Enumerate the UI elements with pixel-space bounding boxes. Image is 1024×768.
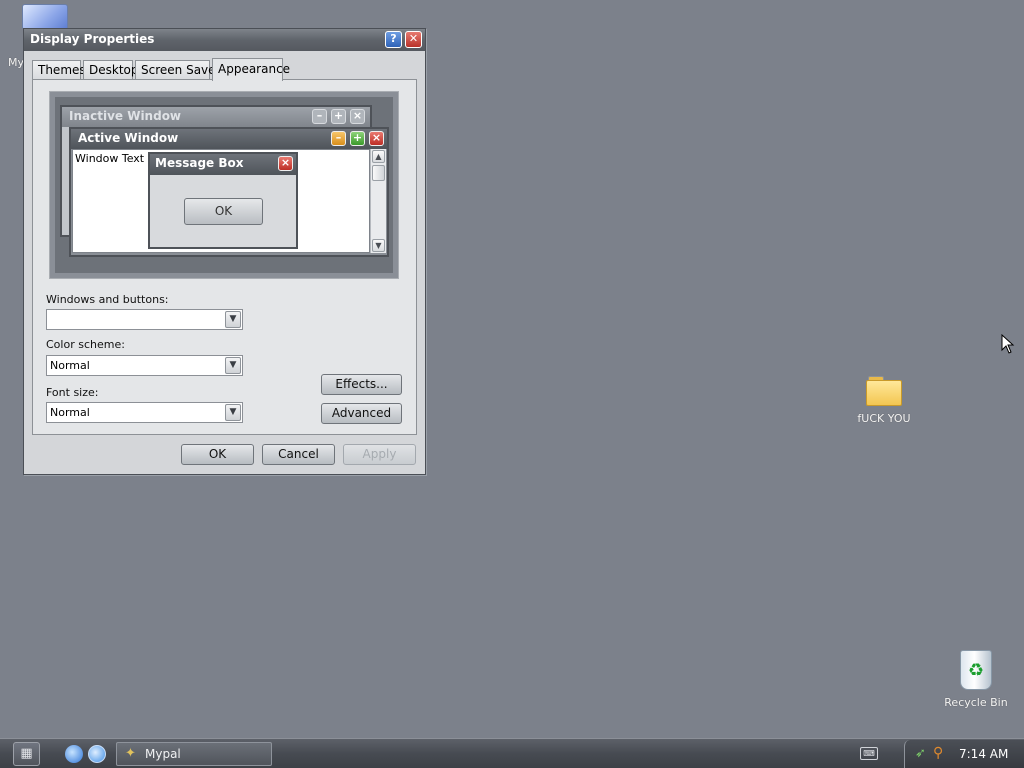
tab-screen-saver[interactable]: Screen Saver <box>135 60 220 80</box>
close-icon: × <box>278 156 293 171</box>
maximize-icon: + <box>331 109 346 124</box>
close-button[interactable]: ✕ <box>405 31 422 48</box>
tab-appearance[interactable]: Appearance <box>212 58 290 81</box>
search-icon[interactable]: ⚲ <box>933 745 943 761</box>
scroll-up-icon: ▲ <box>372 150 385 163</box>
mypal-icon: ✦ <box>125 746 136 761</box>
ok-button[interactable]: OK <box>181 444 254 465</box>
tab-themes[interactable]: Themes <box>32 60 86 80</box>
preview-active-title: Active Window <box>78 131 179 145</box>
help-icon: ? <box>390 32 397 45</box>
chevron-down-icon[interactable]: ▼ <box>225 357 241 374</box>
browser-icon[interactable] <box>88 745 106 763</box>
preview-message-title: Message Box <box>155 156 244 170</box>
system-tray: ➶ ⚲ 7:14 AM <box>904 740 1024 768</box>
start-icon: ▦ <box>20 746 33 761</box>
close-icon: × <box>350 109 365 124</box>
appearance-panel: Inactive Window – + × Active Window – + … <box>32 79 417 435</box>
scroll-down-icon: ▼ <box>372 239 385 252</box>
font-size-label: Font size: <box>46 386 99 399</box>
effects-button[interactable]: Effects... <box>321 374 402 395</box>
help-button[interactable]: ? <box>385 31 402 48</box>
browser-icon[interactable] <box>65 745 83 763</box>
maximize-icon: + <box>350 131 365 146</box>
preview-inactive-title: Inactive Window <box>69 109 182 123</box>
taskbar-item-mypal[interactable]: ✦ Mypal <box>116 742 272 766</box>
color-scheme-value: Normal <box>50 359 90 372</box>
preview-message-box: Message Box × OK <box>148 152 298 249</box>
tab-desktop[interactable]: Desktop <box>83 60 139 80</box>
chevron-down-icon[interactable]: ▼ <box>225 404 241 421</box>
folder-icon <box>866 374 902 406</box>
close-icon: ✕ <box>408 32 419 45</box>
taskbar: ▦ ✦ Mypal ⌨ ➶ ⚲ 7:14 AM <box>0 738 1024 768</box>
appearance-preview: Inactive Window – + × Active Window – + … <box>49 91 399 279</box>
windows-buttons-select[interactable]: ▼ <box>46 309 243 330</box>
network-icon[interactable]: ➶ <box>915 746 926 761</box>
window-titlebar[interactable]: Display Properties ? ✕ <box>24 29 425 51</box>
font-size-select[interactable]: Normal ▼ <box>46 402 243 423</box>
desktop-icon-recycle-bin[interactable]: ♻ Recycle Bin <box>938 644 1014 709</box>
desktop-icon-folder[interactable]: fUCK YOU <box>848 374 920 425</box>
computer-icon <box>22 4 68 30</box>
desktop-icon-label: My <box>8 56 25 69</box>
minimize-icon: – <box>331 131 346 146</box>
desktop-icon-label: fUCK YOU <box>857 412 911 425</box>
close-icon: × <box>369 131 384 146</box>
clock[interactable]: 7:14 AM <box>959 747 1008 761</box>
font-size-value: Normal <box>50 406 90 419</box>
chevron-down-icon[interactable]: ▼ <box>225 311 241 328</box>
preview-ok-button: OK <box>184 198 263 225</box>
minimize-icon: – <box>312 109 327 124</box>
advanced-button[interactable]: Advanced <box>321 403 402 424</box>
taskbar-item-label: Mypal <box>145 747 181 761</box>
start-button[interactable]: ▦ <box>13 742 40 766</box>
display-properties-window: Display Properties ? ✕ Themes Desktop Sc… <box>23 28 426 475</box>
preview-scrollbar: ▲ ▼ <box>370 149 386 253</box>
color-scheme-label: Color scheme: <box>46 338 125 351</box>
desktop-icon-label: Recycle Bin <box>944 696 1008 709</box>
window-title: Display Properties <box>30 32 155 46</box>
color-scheme-select[interactable]: Normal ▼ <box>46 355 243 376</box>
apply-button[interactable]: Apply <box>343 444 416 465</box>
keyboard-icon[interactable]: ⌨ <box>860 747 878 760</box>
cancel-button[interactable]: Cancel <box>262 444 335 465</box>
windows-buttons-label: Windows and buttons: <box>46 293 169 306</box>
recycle-bin-icon: ♻ <box>956 644 996 692</box>
scroll-thumb <box>372 165 385 181</box>
